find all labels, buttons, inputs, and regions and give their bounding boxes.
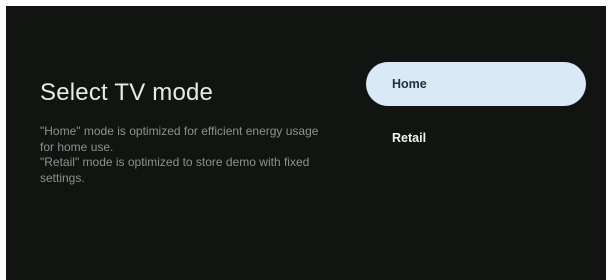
mode-description: "Home" mode is optimized for efficient e… xyxy=(40,124,330,186)
page-title: Select TV mode xyxy=(40,79,214,106)
home-mode-description: "Home" mode is optimized for efficient e… xyxy=(40,124,319,154)
tv-setup-screen: Select TV mode "Home" mode is optimized … xyxy=(6,6,606,280)
option-home-label: Home xyxy=(392,77,427,91)
retail-mode-description: "Retail" mode is optimized to store demo… xyxy=(40,155,310,185)
mode-options-list: Home Retail xyxy=(366,62,586,170)
option-retail[interactable]: Retail xyxy=(366,116,586,160)
option-home[interactable]: Home xyxy=(366,62,586,106)
option-retail-label: Retail xyxy=(392,131,427,145)
